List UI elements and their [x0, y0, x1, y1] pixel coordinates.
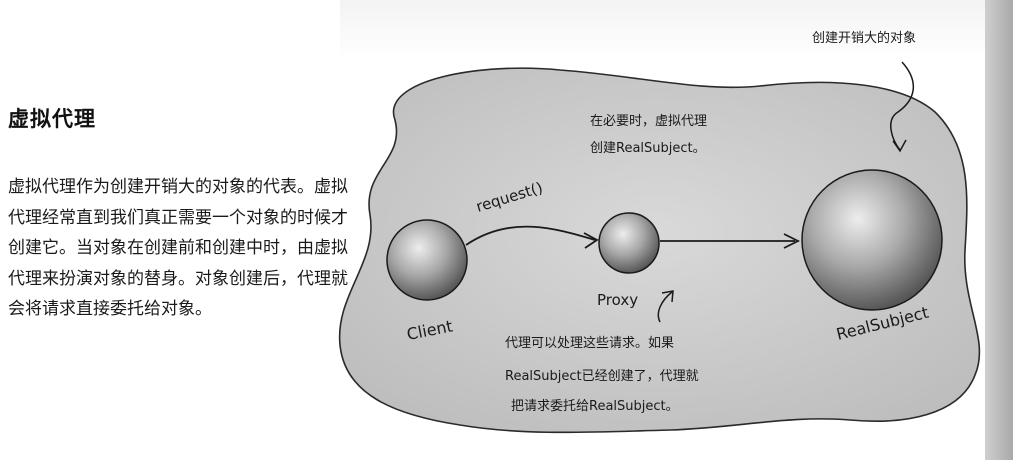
realsubject-node — [801, 169, 943, 311]
callout-top-right: 创建开销大的对象 — [812, 30, 916, 46]
proxy-node — [598, 212, 660, 274]
callout-center-line1: 在必要时，虚拟代理 — [590, 114, 707, 129]
callout-bottom-line2: RealSubject已经创建了，代理就 — [505, 369, 699, 384]
callout-bottom-line1: 代理可以处理这些请求。如果 — [505, 335, 674, 351]
page-edge-shadow — [985, 0, 1013, 460]
proxy-label: Proxy — [597, 291, 638, 309]
virtual-proxy-diagram: 创建开销大的对象 在必要时，虚拟代理 创建RealSubject。 reques… — [338, 30, 981, 434]
callout-center-line2: 创建RealSubject。 — [590, 141, 706, 156]
callout-bottom-line3: 把请求委托给RealSubject。 — [511, 399, 679, 414]
client-node — [386, 219, 468, 301]
